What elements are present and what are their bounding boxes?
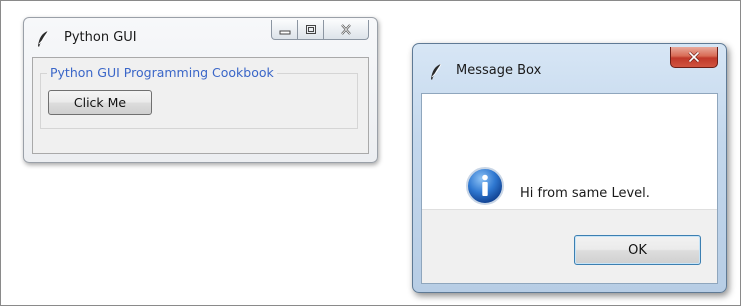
main-window-title: Python GUI bbox=[64, 30, 137, 45]
message-box-footer: OK bbox=[422, 209, 717, 283]
label-frame-title: Python GUI Programming Cookbook bbox=[47, 65, 277, 80]
ok-button[interactable]: OK bbox=[574, 235, 701, 265]
message-box-title: Message Box bbox=[456, 63, 542, 78]
minimize-button[interactable] bbox=[271, 20, 298, 40]
close-icon bbox=[687, 48, 701, 67]
message-text: Hi from same Level. bbox=[520, 186, 650, 201]
maximize-icon bbox=[305, 20, 317, 39]
main-window-client: Python GUI Programming Cookbook Click Me bbox=[32, 57, 369, 154]
main-window-titlebar[interactable]: Python GUI bbox=[24, 18, 377, 58]
feather-icon bbox=[429, 63, 443, 81]
maximize-button[interactable] bbox=[298, 20, 324, 40]
label-frame: Python GUI Programming Cookbook Click Me bbox=[40, 65, 358, 129]
close-button[interactable] bbox=[324, 20, 369, 40]
info-icon bbox=[465, 166, 505, 206]
click-me-button[interactable]: Click Me bbox=[48, 90, 152, 115]
message-box-close-button[interactable] bbox=[670, 47, 718, 68]
window-controls bbox=[271, 20, 369, 42]
main-window: Python GUI Python GUI Programming Cookbo… bbox=[23, 17, 378, 163]
message-box-window: Message Box Hi from same Level. OK bbox=[412, 43, 727, 293]
message-box-client: Hi from same Level. OK bbox=[421, 93, 718, 284]
close-icon bbox=[340, 20, 352, 39]
feather-icon bbox=[36, 30, 50, 48]
minimize-icon bbox=[279, 20, 291, 39]
